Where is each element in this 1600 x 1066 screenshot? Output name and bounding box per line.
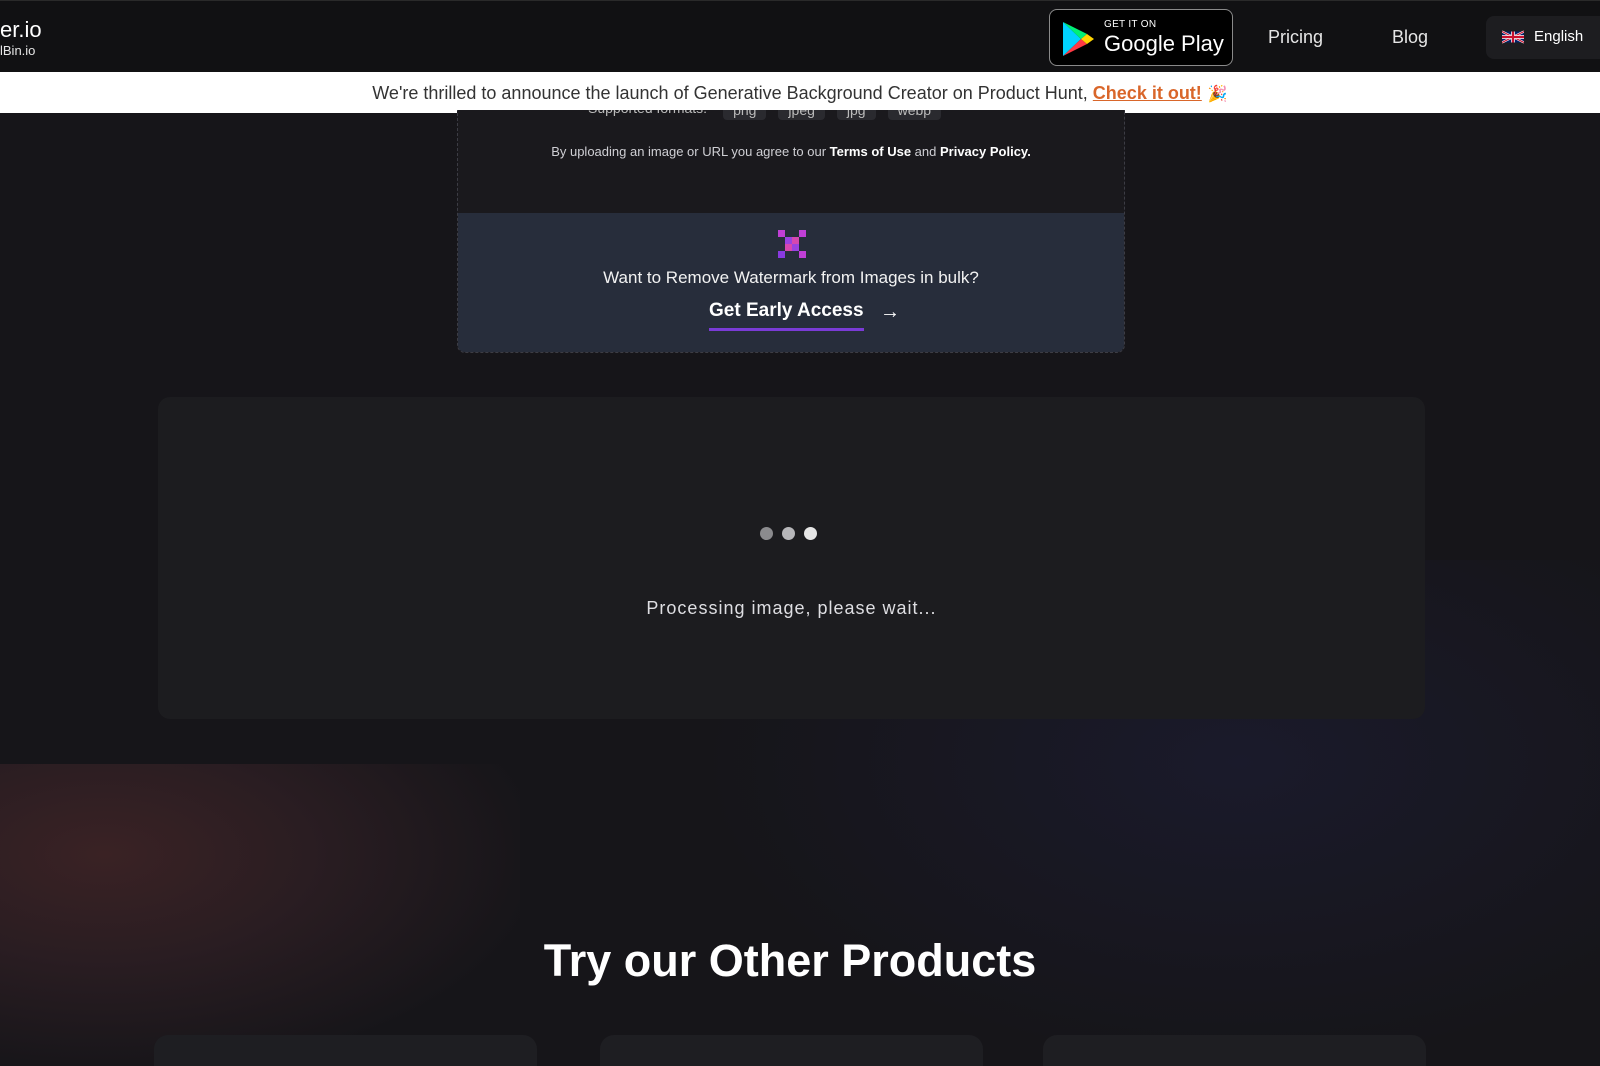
processing-status-text: Processing image, please wait... — [646, 598, 937, 618]
format-chip: jpg — [836, 110, 876, 120]
language-selector[interactable]: English — [1486, 16, 1600, 59]
nav-pricing-link[interactable]: Pricing — [1268, 27, 1323, 48]
product-card[interactable] — [1043, 1035, 1426, 1066]
uk-flag-icon — [1502, 30, 1524, 44]
google-play-badge[interactable]: GET IT ON Google Play — [1049, 9, 1233, 66]
arrow-right-icon[interactable]: → — [880, 301, 900, 324]
announcement-bar: We're thrilled to announce the launch of… — [0, 72, 1600, 113]
announcement-text: We're thrilled to announce the launch of… — [372, 83, 1093, 103]
loading-dots — [760, 527, 817, 540]
page: er.io lBin.io GET IT ON Google Play Pric… — [0, 0, 1600, 1066]
format-chip: png — [723, 110, 767, 120]
brand-sub-text: lBin.io — [0, 43, 36, 58]
formats-label: Supported formats: — [588, 110, 707, 120]
product-card[interactable] — [600, 1035, 983, 1066]
loading-dot — [760, 527, 773, 540]
upload-terms-text: By uploading an image or URL you agree t… — [458, 144, 1124, 159]
terms-and: and — [911, 144, 940, 159]
background-glow-left — [0, 764, 520, 1066]
format-chip: jpeg — [778, 110, 825, 120]
product-card[interactable] — [154, 1035, 537, 1066]
get-early-access-link[interactable]: Get Early Access — [709, 300, 864, 331]
loading-dot — [804, 527, 817, 540]
announcement-cta-link[interactable]: Check it out! — [1093, 83, 1202, 103]
party-popper-icon: 🎉 — [1207, 86, 1228, 103]
top-header: er.io lBin.io GET IT ON Google Play Pric… — [0, 0, 1600, 72]
supported-formats-row: Supported formats: png jpeg jpg webp — [458, 110, 1124, 120]
other-products-title: Try our Other Products — [543, 935, 1037, 986]
format-chip: webp — [887, 110, 942, 120]
bulk-grid-icon — [778, 230, 806, 258]
bulk-question: Want to Remove Watermark from Images in … — [603, 268, 979, 287]
google-play-big-text: Google Play — [1104, 31, 1224, 56]
google-play-small-text: GET IT ON — [1104, 19, 1157, 30]
processing-panel: Processing image, please wait... — [158, 397, 1425, 719]
bulk-promo-panel: Want to Remove Watermark from Images in … — [458, 213, 1124, 352]
terms-prefix: By uploading an image or URL you agree t… — [551, 144, 830, 159]
privacy-policy-link[interactable]: Privacy Policy. — [940, 144, 1031, 159]
terms-of-use-link[interactable]: Terms of Use — [830, 144, 911, 159]
language-label: English — [1534, 28, 1584, 45]
google-play-icon — [1063, 22, 1094, 56]
brand-logo-text[interactable]: er.io — [0, 17, 42, 43]
nav-blog-link[interactable]: Blog — [1392, 27, 1428, 48]
loading-dot — [782, 527, 795, 540]
upload-card: Supported formats: png jpeg jpg webp By … — [457, 110, 1125, 353]
